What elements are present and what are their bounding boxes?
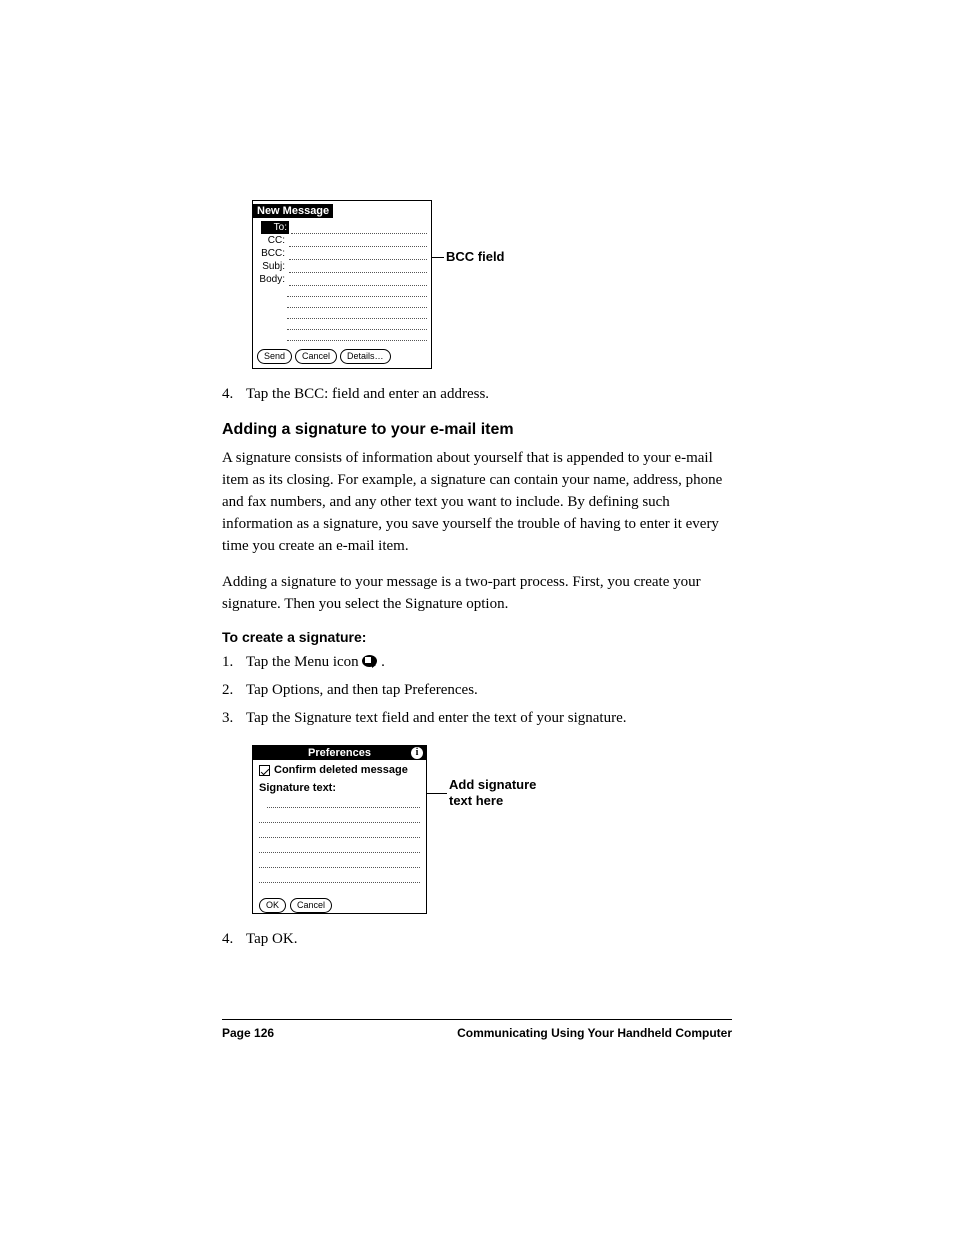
body-line[interactable]: [287, 297, 427, 308]
figure-preferences: Preferences i Confirm deleted message Si…: [222, 745, 732, 914]
signature-line[interactable]: [259, 856, 420, 868]
body-line[interactable]: [287, 308, 427, 319]
signature-callout: Add signature text here: [449, 777, 559, 809]
section-heading: Adding a signature to your e-mail item: [222, 421, 732, 439]
signature-line[interactable]: [259, 841, 420, 853]
new-message-screenshot: New Message To: CC: BCC: Subj: Body: Sen…: [252, 200, 432, 369]
signature-line[interactable]: [259, 811, 420, 823]
signature-label: Signature text:: [259, 782, 420, 794]
confirm-label: Confirm deleted message: [274, 764, 408, 776]
body-label: Body:: [257, 273, 287, 286]
step-item: 3 Tap the Signature text field and enter…: [222, 707, 732, 729]
confirm-checkbox[interactable]: [259, 765, 270, 776]
to-field[interactable]: [291, 223, 427, 234]
paragraph: A signature consists of information abou…: [222, 447, 732, 557]
menu-icon: [362, 655, 377, 667]
cc-label: CC:: [257, 234, 287, 247]
page-number: Page 126: [222, 1026, 274, 1040]
cancel-button[interactable]: Cancel: [290, 898, 332, 913]
new-message-title: New Message: [253, 204, 333, 218]
callout-leader: [432, 257, 444, 258]
subj-field[interactable]: [289, 262, 427, 273]
step-item: 2 Tap Options, and then tap Preferences.: [222, 679, 732, 701]
signature-line[interactable]: [259, 871, 420, 883]
signature-line[interactable]: [259, 826, 420, 838]
subj-label: Subj:: [257, 260, 287, 273]
step-item: 1 Tap the Menu icon .: [222, 651, 732, 673]
step-item: 4 Tap the BCC: field and enter an addres…: [222, 383, 732, 405]
chapter-title: Communicating Using Your Handheld Comput…: [457, 1026, 732, 1040]
to-label: To:: [261, 221, 289, 234]
bcc-field[interactable]: [289, 249, 427, 260]
info-icon[interactable]: i: [411, 747, 423, 759]
paragraph: Adding a signature to your message is a …: [222, 571, 732, 615]
step-item: 4 Tap OK.: [222, 928, 732, 950]
page-footer: Page 126 Communicating Using Your Handhe…: [222, 1019, 732, 1040]
preferences-screenshot: Preferences i Confirm deleted message Si…: [252, 745, 427, 914]
bcc-callout: BCC field: [446, 249, 505, 264]
body-line[interactable]: [287, 286, 427, 297]
signature-field[interactable]: [267, 796, 420, 808]
figure-new-message: New Message To: CC: BCC: Subj: Body: Sen…: [222, 200, 732, 369]
body-line[interactable]: [287, 319, 427, 330]
preferences-title: Preferences: [308, 747, 371, 759]
cancel-button[interactable]: Cancel: [295, 349, 337, 364]
details-button[interactable]: Details…: [340, 349, 391, 364]
sub-heading: To create a signature:: [222, 629, 732, 645]
ok-button[interactable]: OK: [259, 898, 286, 913]
bcc-label: BCC:: [257, 247, 287, 260]
body-field[interactable]: [289, 275, 427, 286]
send-button[interactable]: Send: [257, 349, 292, 364]
callout-leader: [427, 793, 447, 794]
body-line[interactable]: [287, 330, 427, 341]
cc-field[interactable]: [289, 236, 427, 247]
